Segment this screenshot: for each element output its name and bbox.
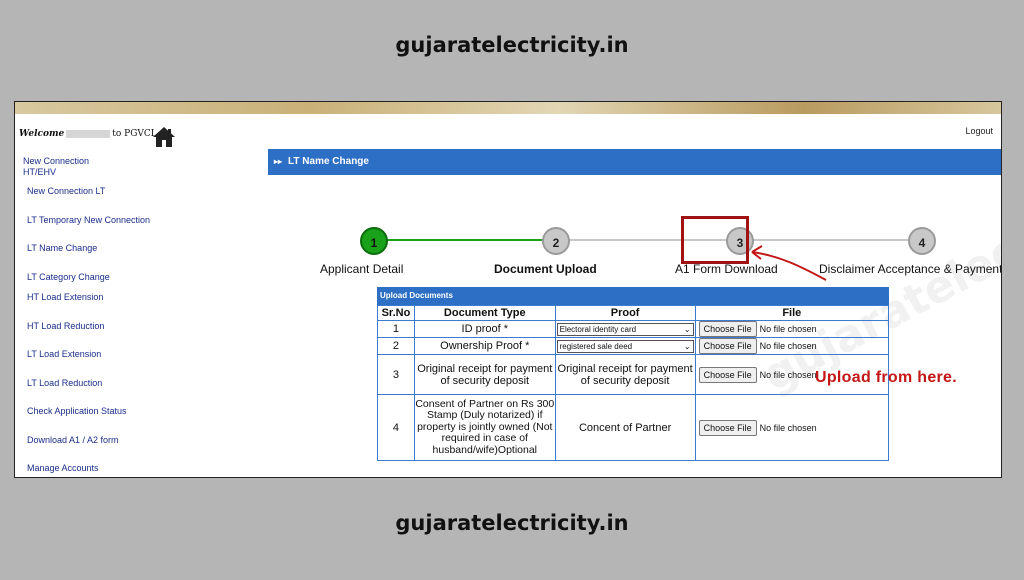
sidebar-item-lt-temporary[interactable]: LT Temporary New Connection <box>27 215 150 226</box>
row-proof-text: Original receipt for payment of security… <box>554 354 696 395</box>
step-4-label: Disclaimer Acceptance & Payment <box>819 262 1002 276</box>
upload-documents-table: Sr.No Document Type Proof File 1 ID proo… <box>377 305 890 461</box>
upload-documents-caption: Upload Documents <box>377 287 889 305</box>
step-1-circle: 1 <box>360 227 388 255</box>
main-content: ▸▸ LT Name Change gujaratelectricity.in 1… <box>268 127 1002 477</box>
row-srno: 1 <box>377 320 415 338</box>
site-title-top: gujaratelectricity.in <box>395 33 629 57</box>
upload-documents-panel: Upload Documents Sr.No Document Type Pro… <box>377 287 890 461</box>
row-document-type: Original receipt for payment of security… <box>413 354 556 395</box>
file-status: No file chosen <box>759 324 817 334</box>
sidebar-item-new-connection-lt[interactable]: New Connection LT <box>27 186 105 197</box>
page-title: LT Name Change <box>288 156 369 167</box>
row-srno: 2 <box>377 337 415 355</box>
sidebar: New Connection HT/EHV New Connection LT … <box>15 150 265 477</box>
sidebar-item-new-connection-ht[interactable]: New Connection HT/EHV <box>23 156 103 178</box>
column-header-document-type: Document Type <box>413 305 556 321</box>
page-title-bar: ▸▸ LT Name Change <box>268 149 1001 175</box>
logout-link[interactable]: Logout <box>965 126 993 136</box>
column-header-proof: Proof <box>554 305 696 321</box>
annotation-arrow-icon <box>751 245 827 281</box>
chevron-right-icon: ▸▸ <box>274 157 283 166</box>
site-title-bottom: gujaratelectricity.in <box>395 511 629 535</box>
choose-file-button[interactable]: Choose File <box>698 321 757 337</box>
table-row: 2 Ownership Proof * registered sale deed… <box>377 337 890 355</box>
chevron-down-icon: ⌄ <box>683 341 691 351</box>
sidebar-item-ht-load-extension[interactable]: HT Load Extension <box>27 292 103 303</box>
choose-file-button[interactable]: Choose File <box>698 366 757 383</box>
banner-strip <box>15 102 1001 114</box>
screenshot-frame: Welcome to PGVCL Logout New Connection HT… <box>14 101 1002 478</box>
welcome-text: Welcome to PGVCL <box>19 129 157 139</box>
file-status: No file chosen <box>759 341 817 351</box>
step-connector-1 <box>374 239 556 241</box>
sidebar-item-download-form[interactable]: Download A1 / A2 form <box>27 435 119 446</box>
row-srno: 3 <box>377 354 415 395</box>
row-document-type: ID proof * <box>413 320 556 338</box>
redacted-name <box>66 129 111 138</box>
progress-stepper: 1 2 3 4 Applicant Detail Document Upload… <box>268 223 1002 283</box>
home-icon[interactable] <box>152 126 176 148</box>
file-status: No file chosen <box>759 369 817 380</box>
row-proof-text: Concent of Partner <box>554 394 696 461</box>
row-document-type: Consent of Partner on Rs 300 Stamp (Duly… <box>413 394 556 461</box>
table-row: 1 ID proof * Electoral identity card ⌄ Ch… <box>377 320 890 338</box>
choose-file-button[interactable]: Choose File <box>698 419 757 436</box>
sidebar-item-lt-load-reduction[interactable]: LT Load Reduction <box>27 378 102 389</box>
step-1-label: Applicant Detail <box>320 262 404 276</box>
row-srno: 4 <box>377 394 415 461</box>
sidebar-item-manage-accounts[interactable]: Manage Accounts <box>27 463 99 474</box>
table-row: 3 Original receipt for payment of securi… <box>377 354 890 395</box>
sidebar-item-lt-category-change[interactable]: LT Category Change <box>27 272 110 283</box>
highlight-box <box>681 216 749 264</box>
table-row: 4 Consent of Partner on Rs 300 Stamp (Du… <box>377 394 890 461</box>
proof-select[interactable]: Electoral identity card ⌄ <box>556 322 694 336</box>
column-header-file: File <box>694 305 890 321</box>
sidebar-item-check-status[interactable]: Check Application Status <box>27 406 127 417</box>
column-header-srno: Sr.No <box>377 305 415 321</box>
sidebar-item-lt-load-extension[interactable]: LT Load Extension <box>27 349 101 360</box>
row-document-type: Ownership Proof * <box>413 337 556 355</box>
upload-annotation: Upload from here. <box>815 369 958 386</box>
chevron-down-icon: ⌄ <box>683 324 691 334</box>
choose-file-button[interactable]: Choose File <box>698 338 757 354</box>
step-2-label: Document Upload <box>494 262 597 276</box>
file-status: No file chosen <box>759 422 817 433</box>
proof-select[interactable]: registered sale deed ⌄ <box>556 339 694 353</box>
sidebar-item-lt-name-change[interactable]: LT Name Change <box>27 243 97 254</box>
step-2-circle: 2 <box>542 227 570 255</box>
step-4-circle: 4 <box>908 227 936 255</box>
sidebar-item-ht-load-reduction[interactable]: HT Load Reduction <box>27 321 104 332</box>
